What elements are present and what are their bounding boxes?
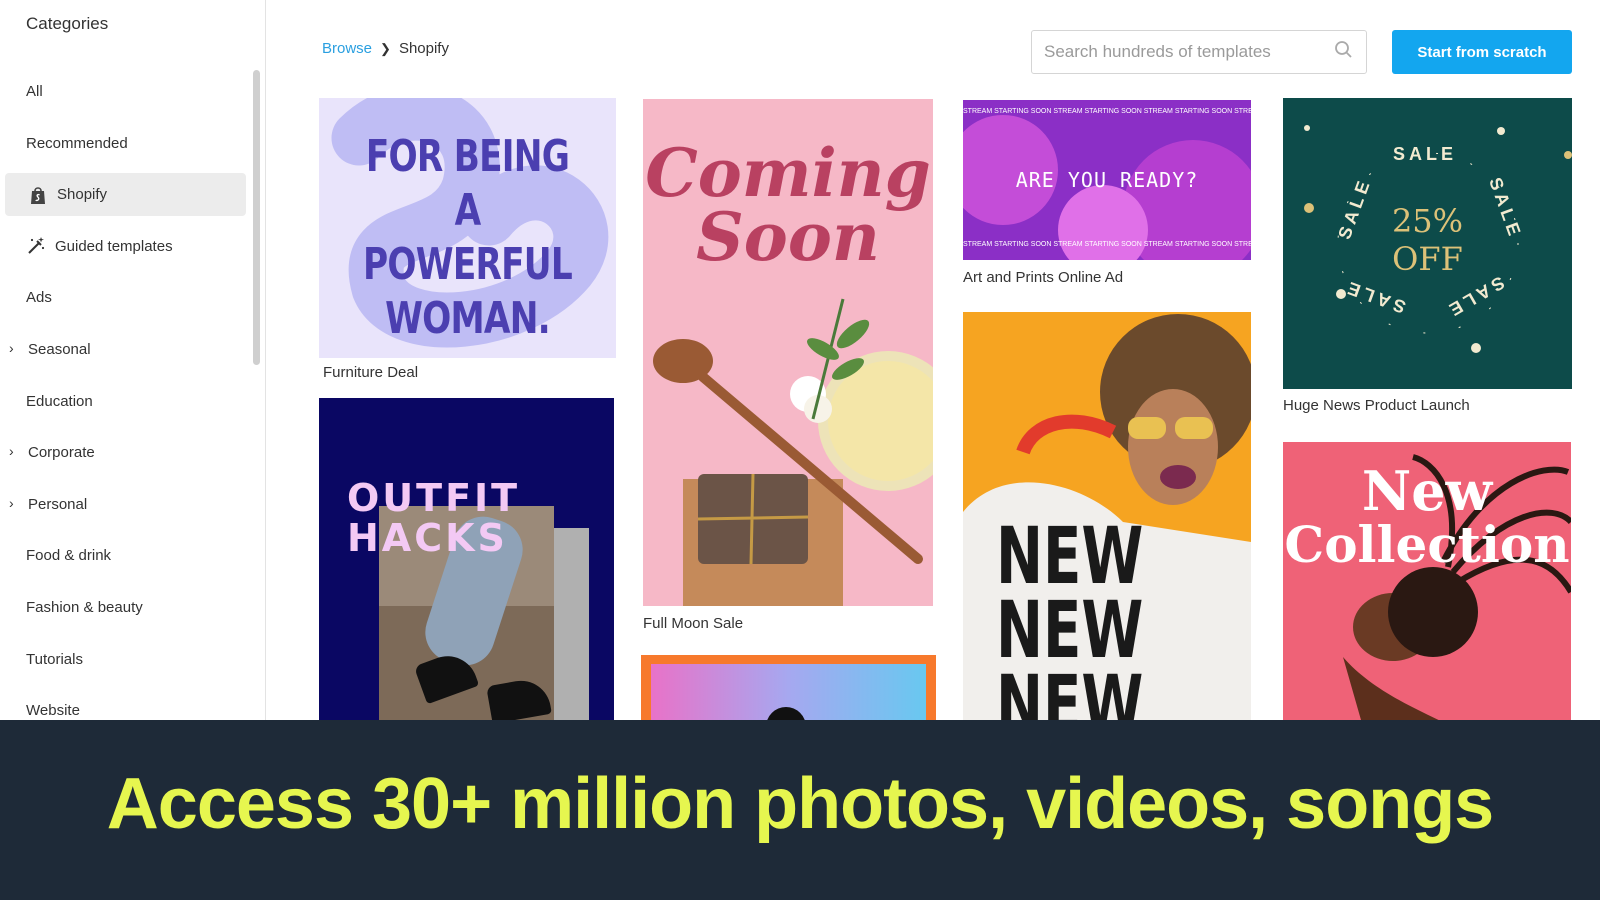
- category-label: Personal: [28, 495, 88, 513]
- shopify-bag-icon: [28, 185, 48, 205]
- template-headline: WOMAN.: [385, 293, 551, 344]
- sale-ring-text: SALE: [1393, 144, 1458, 164]
- template-headline: NEW: [996, 660, 1144, 722]
- template-card-huge-news-launch[interactable]: SALE SALE SALE SALE SALE 25% OFF: [1283, 98, 1572, 389]
- category-label: Food & drink: [26, 547, 112, 565]
- template-label[interactable]: Full Moon Sale: [643, 615, 743, 632]
- ticker-text: STREAM STARTING SOON STREAM STARTING SOO…: [963, 241, 1251, 248]
- chevron-right-icon[interactable]: ›: [9, 443, 14, 459]
- app-window: Categories All Recommended Shopify Guide…: [0, 0, 1600, 900]
- template-headline: A POWERFUL: [362, 185, 573, 290]
- breadcrumb-current: Shopify: [398, 40, 449, 57]
- template-headline: New: [1361, 459, 1493, 523]
- sidebar-scrollbar[interactable]: [253, 70, 260, 365]
- template-card-gradient[interactable]: [641, 655, 936, 725]
- chevron-right-icon[interactable]: ›: [9, 340, 14, 356]
- template-headline: HACKS: [347, 516, 508, 560]
- category-label: All: [26, 83, 43, 100]
- template-headline: Collection: [1284, 515, 1570, 574]
- breadcrumb: Browse ❯ Shopify: [322, 40, 449, 57]
- template-card-art-prints-ad[interactable]: STREAM STARTING SOON STREAM STARTING SOO…: [963, 100, 1251, 260]
- category-shopify[interactable]: Shopify: [5, 173, 246, 217]
- category-personal[interactable]: › Personal: [0, 483, 250, 526]
- category-label: Fashion & beauty: [26, 598, 143, 616]
- template-headline: NEW: [996, 586, 1144, 676]
- search-icon[interactable]: [1334, 40, 1354, 65]
- breadcrumb-browse-link[interactable]: Browse: [322, 40, 372, 57]
- category-all[interactable]: All: [0, 70, 250, 113]
- category-list: All Recommended Shopify Guided templates…: [0, 70, 250, 741]
- magic-wand-icon: [26, 236, 46, 256]
- category-corporate[interactable]: › Corporate: [0, 431, 250, 474]
- discount-text: 25%: [1391, 202, 1464, 240]
- chevron-right-icon: ❯: [380, 40, 391, 56]
- template-card-new-new-new[interactable]: NEW NEW NEW: [963, 312, 1251, 722]
- template-label[interactable]: Furniture Deal: [323, 364, 418, 381]
- product-photo-graphic: [653, 298, 933, 606]
- promo-banner: Access 30+ million photos, videos, songs: [0, 720, 1600, 900]
- template-headline: FOR BEING: [365, 131, 570, 182]
- template-card-new-collection[interactable]: New Collection: [1283, 442, 1571, 727]
- discount-text: OFF: [1392, 240, 1463, 278]
- search-input[interactable]: [1044, 42, 1334, 62]
- category-label: Ads: [26, 289, 52, 307]
- template-headline: ARE YOU READY?: [1015, 168, 1199, 192]
- category-food-drink[interactable]: Food & drink: [0, 534, 250, 577]
- category-label: Education: [26, 392, 93, 410]
- category-label: Seasonal: [28, 340, 91, 358]
- category-fashion-beauty[interactable]: Fashion & beauty: [0, 586, 250, 629]
- category-guided-templates[interactable]: Guided templates: [0, 225, 250, 268]
- start-from-scratch-button[interactable]: Start from scratch: [1392, 30, 1572, 74]
- category-ads[interactable]: Ads: [0, 276, 250, 319]
- template-search[interactable]: [1031, 30, 1367, 74]
- categories-sidebar: Categories All Recommended Shopify Guide…: [0, 0, 266, 720]
- template-headline: NEW: [996, 512, 1144, 602]
- template-card-full-moon-sale[interactable]: Coming Soon: [643, 99, 933, 606]
- template-label[interactable]: Art and Prints Online Ad: [963, 269, 1123, 286]
- category-label: Guided templates: [55, 237, 173, 255]
- category-label: Corporate: [28, 444, 95, 462]
- category-label: Tutorials: [26, 650, 83, 668]
- ticker-text: STREAM STARTING SOON STREAM STARTING SOO…: [963, 108, 1251, 115]
- template-headline: OUTFIT: [347, 476, 521, 520]
- sidebar-title: Categories: [26, 14, 109, 33]
- template-label[interactable]: Huge News Product Launch: [1283, 397, 1470, 414]
- template-card-furniture-deal[interactable]: FOR BEING A POWERFUL WOMAN.: [319, 98, 616, 358]
- category-education[interactable]: Education: [0, 380, 250, 423]
- category-label: Shopify: [57, 186, 108, 204]
- category-seasonal[interactable]: › Seasonal: [0, 328, 250, 371]
- photo-strip-graphic: [554, 528, 589, 720]
- category-recommended[interactable]: Recommended: [0, 122, 250, 165]
- category-tutorials[interactable]: Tutorials: [0, 638, 250, 681]
- category-label: Website: [26, 702, 80, 720]
- template-card-outfit-hacks[interactable]: OUTFIT HACKS: [319, 398, 614, 720]
- banner-headline: Access 30+ million photos, videos, songs: [106, 764, 1494, 844]
- chevron-right-icon[interactable]: ›: [9, 495, 14, 511]
- category-label: Recommended: [26, 134, 128, 152]
